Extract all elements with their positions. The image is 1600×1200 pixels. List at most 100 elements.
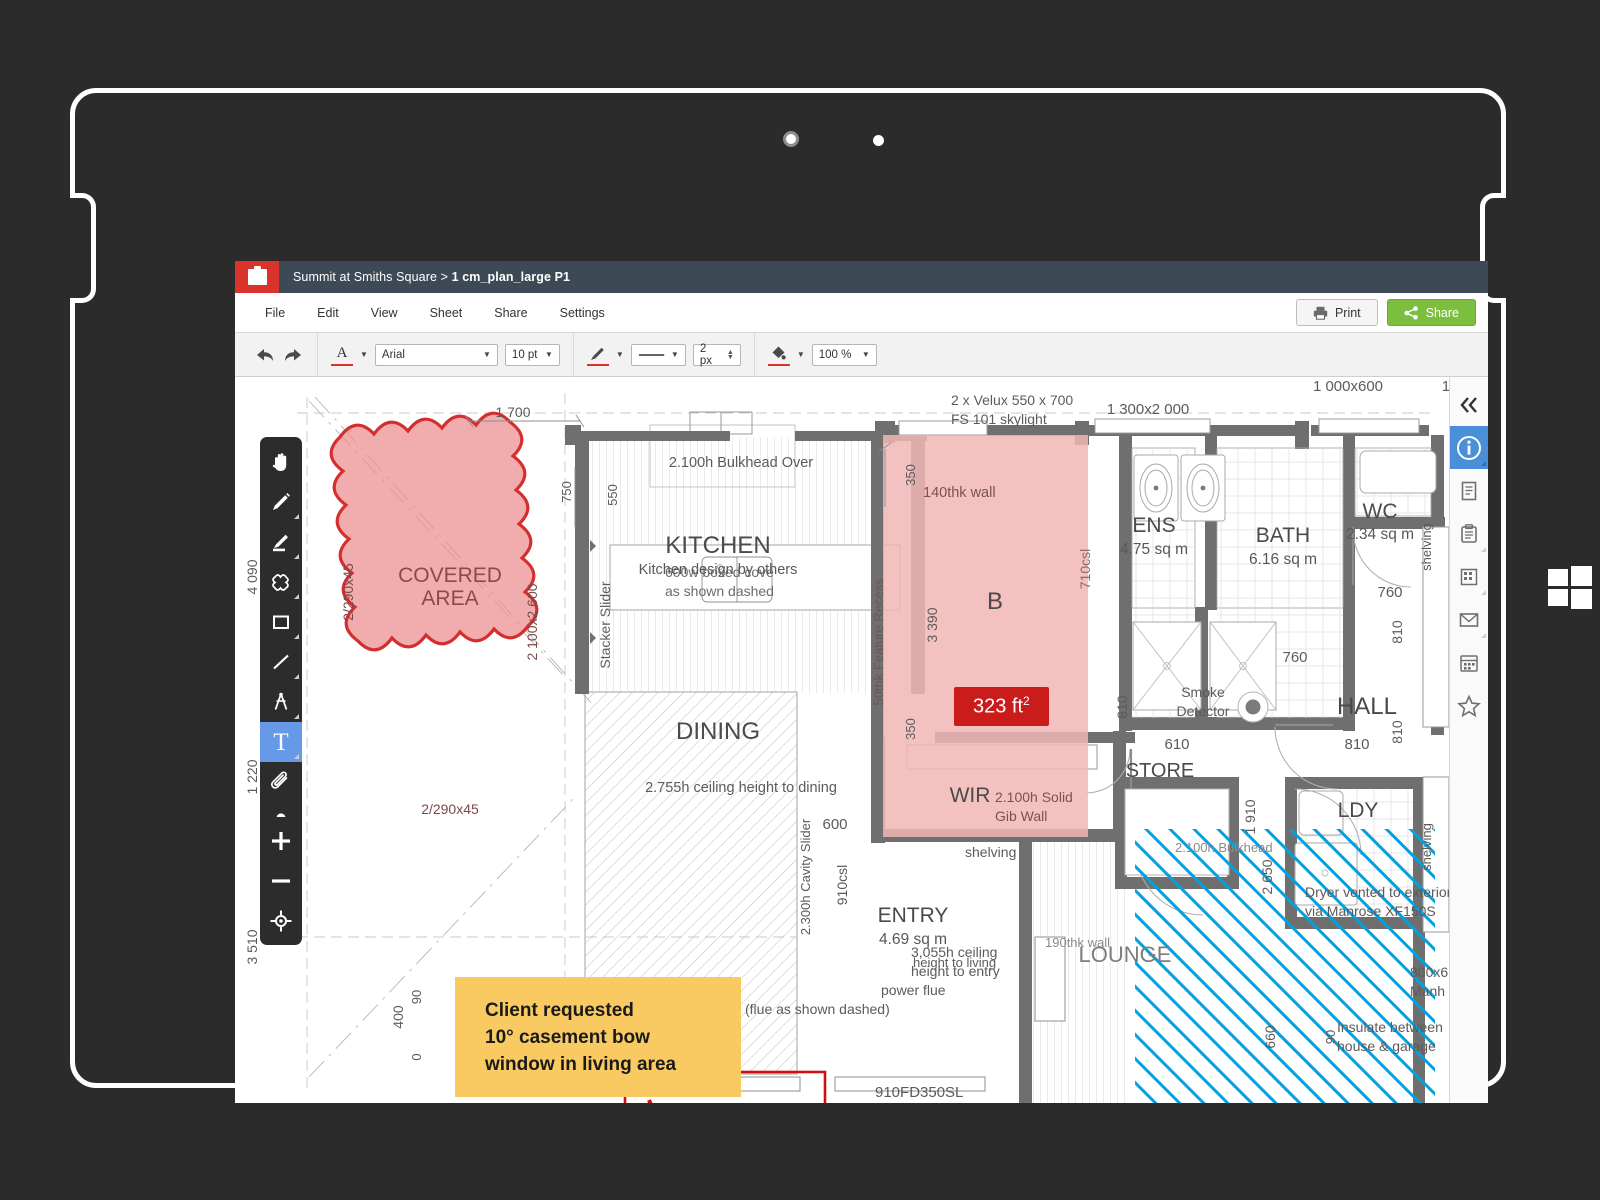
text-tool[interactable]: T xyxy=(260,722,302,762)
format-toolbar: A ▼ Arial ▼ 10 pt ▼ ▼ ▼ 2 px ▲ ▼ ▼ 100 %… xyxy=(235,332,1488,377)
svg-text:2.100h Solid: 2.100h Solid xyxy=(995,789,1073,805)
svg-text:400: 400 xyxy=(390,1005,406,1029)
line-tool[interactable] xyxy=(260,642,302,682)
svg-text:4.75 sq m: 4.75 sq m xyxy=(1120,541,1188,558)
windows-logo-icon[interactable] xyxy=(1547,565,1593,611)
svg-text:Stacker Slider: Stacker Slider xyxy=(597,581,613,668)
svg-text:760: 760 xyxy=(1282,649,1307,666)
menu-bar: File Edit View Sheet Share Settings Prin… xyxy=(235,293,1488,333)
svg-text:2 100x2 600: 2 100x2 600 xyxy=(524,583,540,660)
print-button-label: Print xyxy=(1334,305,1361,320)
document-panel-button[interactable] xyxy=(1450,469,1489,512)
calendar-panel-button[interactable] xyxy=(1450,641,1489,684)
svg-text:house & garage: house & garage xyxy=(1337,1038,1436,1054)
measure-tool[interactable] xyxy=(260,682,302,722)
svg-text:Smoke: Smoke xyxy=(1181,684,1225,700)
svg-text:810: 810 xyxy=(1344,736,1369,753)
paperclip-icon xyxy=(271,771,288,789)
highlighter-tool[interactable] xyxy=(260,522,302,562)
crosshair-icon xyxy=(270,910,292,932)
line-width-stepper[interactable]: ▲ ▼ xyxy=(727,349,734,361)
svg-text:Insulate between: Insulate between xyxy=(1337,1019,1443,1035)
star-icon xyxy=(1457,694,1481,717)
svg-text:1 700: 1 700 xyxy=(495,404,530,420)
undo-arrow-icon[interactable] xyxy=(253,344,275,366)
svg-text:2 x Velux 550 x 700: 2 x Velux 550 x 700 xyxy=(951,392,1073,408)
area-measurement-badge[interactable]: 323 ft2 xyxy=(954,687,1049,726)
svg-text:1 910: 1 910 xyxy=(1242,799,1258,834)
area-measurement-value: 323 ft xyxy=(973,695,1024,718)
recenter-button[interactable] xyxy=(260,901,302,941)
info-panel-button[interactable] xyxy=(1449,426,1488,469)
share-button[interactable]: Share xyxy=(1386,299,1476,326)
text-format-group: A ▼ Arial ▼ 10 pt ▼ xyxy=(318,332,574,377)
text-color-A-icon[interactable]: A xyxy=(331,344,353,366)
pencil-icon xyxy=(273,493,290,510)
favorites-panel-button[interactable] xyxy=(1450,684,1489,727)
menu-item-settings[interactable]: Settings xyxy=(544,301,621,325)
plus-icon xyxy=(272,832,290,850)
svg-text:Gib Wall: Gib Wall xyxy=(995,808,1047,824)
collapse-panel-button[interactable] xyxy=(1450,383,1489,426)
zoom-palette xyxy=(260,817,302,945)
svg-text:800x6: 800x6 xyxy=(1410,964,1448,980)
chevron-down-icon: ▼ xyxy=(545,350,553,359)
grid-blocks-icon xyxy=(1460,568,1478,585)
svg-text:2.100h Bulkhead Over: 2.100h Bulkhead Over xyxy=(669,455,813,471)
svg-text:1 220: 1 220 xyxy=(244,759,260,794)
font-size-select[interactable]: 10 pt ▼ xyxy=(504,343,560,366)
rectangle-tool[interactable] xyxy=(260,602,302,642)
tool-options-indicator xyxy=(294,754,299,759)
pen-color-chevron-down-icon[interactable]: ▼ xyxy=(616,350,624,359)
menu-item-sheet[interactable]: Sheet xyxy=(414,301,479,325)
line-style-select[interactable]: ▼ xyxy=(630,343,686,366)
svg-text:910FD350SL: 910FD350SL xyxy=(875,1084,963,1101)
drawing-tool-palette: T xyxy=(260,437,302,847)
chevron-down-icon: ▼ xyxy=(861,350,870,359)
cloud-shape-tool[interactable] xyxy=(260,562,302,602)
text-color-chevron-down-icon[interactable]: ▼ xyxy=(360,350,368,359)
svg-text:LOUNGE: LOUNGE xyxy=(1079,942,1172,967)
svg-text:2.300h Cavity Slider: 2.300h Cavity Slider xyxy=(798,818,813,935)
mail-panel-button[interactable] xyxy=(1450,598,1489,641)
line-width-field[interactable]: 2 px ▲ ▼ xyxy=(692,343,741,367)
tool-options-indicator xyxy=(294,594,299,599)
menu-item-edit[interactable]: Edit xyxy=(301,301,355,325)
opacity-select[interactable]: 100 % ▼ xyxy=(811,343,877,366)
print-button[interactable]: Print xyxy=(1295,299,1378,326)
svg-text:AREA: AREA xyxy=(421,587,478,610)
svg-text:6.16 sq m: 6.16 sq m xyxy=(1249,551,1317,568)
svg-text:0: 0 xyxy=(409,1053,424,1060)
fill-bucket-icon[interactable] xyxy=(767,344,790,366)
plan-canvas[interactable]: 1 700 2 x Velux 550 x 700 FS 101 skyligh… xyxy=(235,377,1488,1103)
sticky-note-annotation[interactable]: Client requested 10° casement bow window… xyxy=(455,977,741,1097)
font-family-select[interactable]: Arial ▼ xyxy=(374,343,498,366)
svg-text:ENS: ENS xyxy=(1132,514,1175,537)
zoom-out-button[interactable] xyxy=(260,861,302,901)
hand-icon xyxy=(272,453,287,471)
svg-text:BATH: BATH xyxy=(1256,524,1310,547)
panel-options-indicator xyxy=(1480,461,1486,466)
document-title: Summit at Smiths Square > 1 cm_plan_larg… xyxy=(279,270,570,284)
attachment-tool[interactable] xyxy=(260,762,302,802)
redo-arrow-icon[interactable] xyxy=(282,344,304,366)
svg-text:Dryer vented to exterior: Dryer vented to exterior xyxy=(1305,884,1452,900)
calendar-grid-icon xyxy=(1460,654,1478,672)
svg-text:WIR: WIR xyxy=(950,784,991,807)
hand-tool[interactable] xyxy=(260,442,302,482)
pen-color-icon[interactable] xyxy=(586,344,609,366)
zoom-in-button[interactable] xyxy=(260,821,302,861)
fill-format-group: ▼ 100 % ▼ xyxy=(755,333,890,377)
menu-item-share[interactable]: Share xyxy=(478,301,543,325)
svg-text:350: 350 xyxy=(903,718,918,740)
svg-text:height to entry: height to entry xyxy=(911,963,1000,979)
tasks-panel-button[interactable] xyxy=(1450,512,1489,555)
menu-item-file[interactable]: File xyxy=(249,301,301,325)
pencil-tool[interactable] xyxy=(260,482,302,522)
menu-item-view[interactable]: View xyxy=(355,301,414,325)
modules-panel-button[interactable] xyxy=(1450,555,1489,598)
opacity-value: 100 % xyxy=(818,348,852,361)
folder-icon xyxy=(235,261,279,293)
fill-color-chevron-down-icon[interactable]: ▼ xyxy=(797,350,805,359)
share-nodes-icon xyxy=(1404,305,1418,320)
